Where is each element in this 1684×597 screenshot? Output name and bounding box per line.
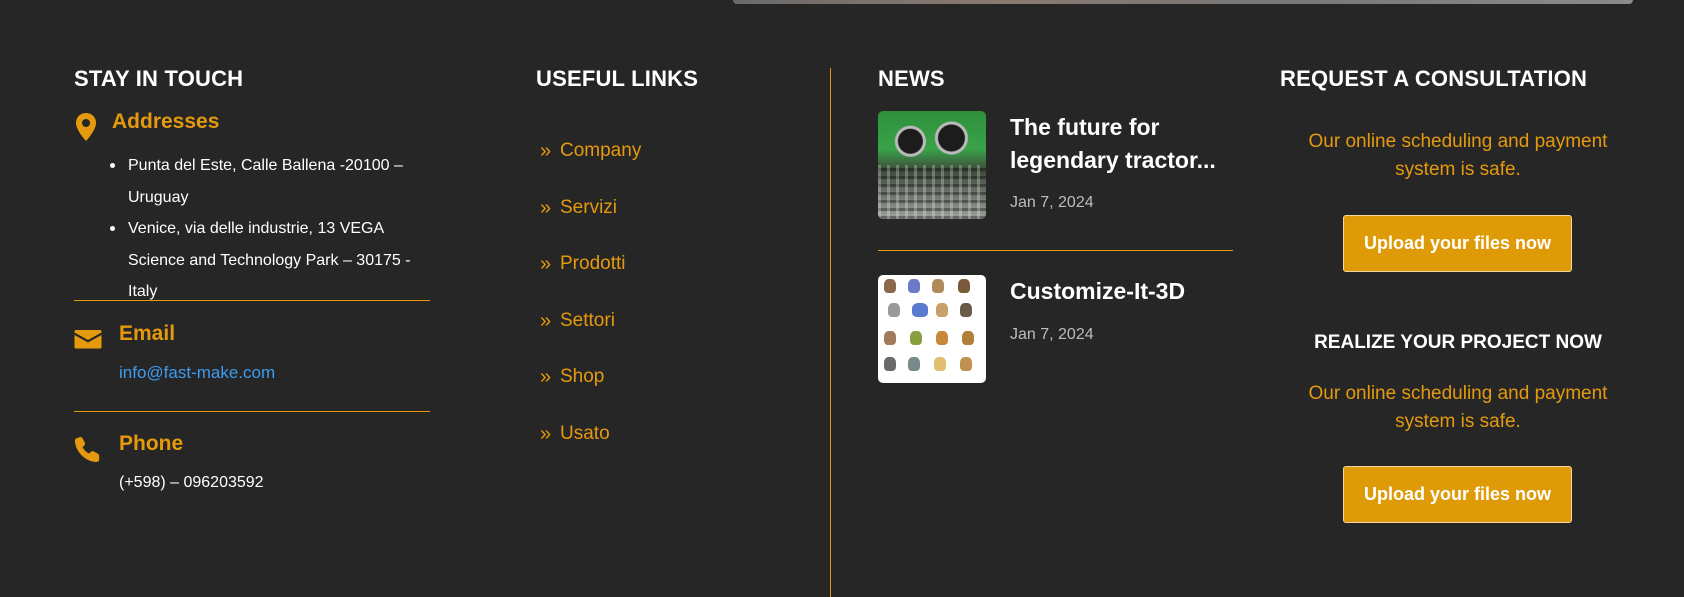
- link-item: » Company: [536, 140, 641, 197]
- column-separator: [830, 68, 831, 597]
- link-item: » Settori: [536, 310, 641, 367]
- chevron-right-icon: »: [540, 309, 552, 332]
- link-usato[interactable]: Usato: [560, 423, 610, 445]
- contact-heading: STAY IN TOUCH: [74, 66, 244, 91]
- news-title[interactable]: The future for legendary tractor...: [1010, 111, 1240, 177]
- link-servizi[interactable]: Servizi: [560, 197, 617, 219]
- hero-image-bottom-edge: [733, 0, 1633, 4]
- email-title: Email: [119, 322, 176, 345]
- link-settori[interactable]: Settori: [560, 310, 615, 332]
- chevron-right-icon: »: [540, 140, 552, 162]
- link-item: » Prodotti: [536, 253, 641, 310]
- chevron-right-icon: »: [540, 253, 552, 276]
- email-link[interactable]: info@fast-make.com: [119, 363, 275, 383]
- realize-project-heading: REALIZE YOUR PROJECT NOW: [1314, 332, 1602, 353]
- upload-files-button[interactable]: Upload your files now: [1343, 215, 1572, 272]
- link-item: » Shop: [536, 366, 641, 423]
- chevron-right-icon: »: [540, 366, 552, 389]
- contact-divider: [74, 411, 430, 412]
- news-date: Jan 7, 2024: [1010, 326, 1094, 343]
- news-title[interactable]: Customize-It-3D: [1010, 275, 1240, 308]
- news-thumbnail[interactable]: [878, 111, 986, 219]
- news-thumbnail[interactable]: [878, 275, 986, 383]
- address-item: Punta del Este, Calle Ballena -20100 – U…: [110, 150, 438, 213]
- link-company[interactable]: Company: [560, 140, 641, 162]
- news-heading: NEWS: [878, 66, 945, 91]
- consultation-text: Our online scheduling and payment system…: [1308, 131, 1608, 180]
- address-item: Venice, via delle industrie, 13 VEGA Sci…: [110, 213, 438, 308]
- phone-icon: [74, 435, 102, 463]
- consultation-heading: REQUEST A CONSULTATION: [1280, 66, 1588, 91]
- useful-links-list: » Company » Servizi » Prodotti » Settori » Sh…: [536, 140, 641, 480]
- news-date: Jan 7, 2024: [1010, 194, 1094, 211]
- chevron-right-icon: »: [540, 196, 552, 219]
- useful-links-heading: USEFUL LINKS: [536, 66, 699, 91]
- news-divider: [878, 250, 1233, 251]
- address-list: Punta del Este, Calle Ballena -20100 – U…: [110, 150, 438, 308]
- link-prodotti[interactable]: Prodotti: [560, 253, 625, 275]
- phone-title: Phone: [119, 432, 184, 455]
- consultation-text: Our online scheduling and payment system…: [1308, 383, 1608, 432]
- link-item: » Servizi: [536, 197, 641, 254]
- envelope-icon: [74, 326, 102, 354]
- chevron-right-icon: »: [540, 422, 552, 445]
- link-item: » Usato: [536, 423, 641, 480]
- addresses-title: Addresses: [112, 110, 220, 133]
- link-shop[interactable]: Shop: [560, 366, 604, 388]
- contact-divider: [74, 300, 430, 301]
- upload-files-button[interactable]: Upload your files now: [1343, 466, 1572, 523]
- map-pin-icon: [74, 112, 102, 141]
- phone-value: (+598) – 096203592: [119, 474, 264, 491]
